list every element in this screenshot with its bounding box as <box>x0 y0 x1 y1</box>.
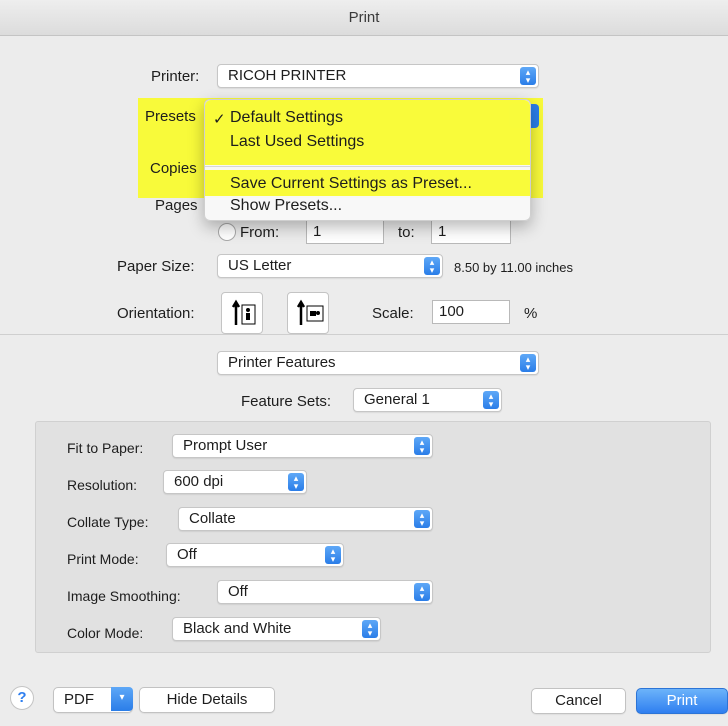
resolution-value: 600 dpi <box>174 473 224 490</box>
orientation-label: Orientation: <box>117 305 195 322</box>
window-title: Print <box>348 9 380 26</box>
collate-type-select[interactable]: Collate ▴ ▾ <box>178 507 433 531</box>
printer-label: Printer: <box>151 68 200 85</box>
landscape-button[interactable] <box>287 292 329 334</box>
pdf-label: PDF <box>64 691 94 708</box>
presets-menu: ✓ Default Settings Last Used Settings Sa… <box>204 99 531 221</box>
paper-size-select[interactable]: US Letter ▴ ▾ <box>217 254 443 278</box>
section-divider <box>0 334 728 335</box>
resolution-label: Resolution: <box>67 477 138 493</box>
section-select[interactable]: Printer Features ▴ ▾ <box>217 351 539 375</box>
select-arrows-icon: ▴ ▾ <box>414 437 430 455</box>
select-arrows-icon: ▴ ▾ <box>483 391 499 409</box>
presets-label: Presets <box>145 108 196 125</box>
portrait-button[interactable] <box>221 292 263 334</box>
menu-item-show-presets[interactable]: Show Presets... <box>230 197 342 215</box>
select-arrows-icon: ▴ ▾ <box>520 67 536 85</box>
select-arrows-icon: ▴ ▾ <box>288 473 304 491</box>
from-label: From: <box>240 224 280 241</box>
select-arrows-icon: ▴ ▾ <box>414 510 430 528</box>
menu-item-last-used-settings[interactable]: Last Used Settings <box>230 133 364 151</box>
section-value: Printer Features <box>228 354 336 371</box>
chevron-down-icon: ▾ <box>111 687 133 711</box>
color-mode-label: Color Mode: <box>67 625 144 641</box>
image-smoothing-label: Image Smoothing: <box>67 588 181 604</box>
feature-sets-select[interactable]: General 1 ▴ ▾ <box>353 388 502 412</box>
fit-to-paper-label: Fit to Paper: <box>67 440 144 456</box>
checkmark-icon: ✓ <box>213 111 226 128</box>
collate-type-label: Collate Type: <box>67 514 149 530</box>
printer-select[interactable]: RICOH PRINTER ▴ ▾ <box>217 64 539 88</box>
feature-sets-value: General 1 <box>364 391 430 408</box>
select-arrows-icon: ▴ ▾ <box>362 620 378 638</box>
print-mode-select[interactable]: Off ▴ ▾ <box>166 543 344 567</box>
paper-size-label: Paper Size: <box>117 258 195 275</box>
menu-item-default-settings[interactable]: Default Settings <box>230 109 343 127</box>
to-field[interactable]: 1 <box>431 220 511 244</box>
print-mode-label: Print Mode: <box>67 551 139 567</box>
cancel-button[interactable]: Cancel <box>531 688 626 714</box>
select-arrows-icon: ▴ ▾ <box>414 583 430 601</box>
select-arrows-icon: ▴ ▾ <box>424 257 440 275</box>
to-label: to: <box>398 224 415 241</box>
fit-to-paper-value: Prompt User <box>183 437 268 454</box>
scale-field[interactable]: 100 <box>432 300 510 324</box>
pages-from-radio[interactable] <box>218 223 236 241</box>
scale-unit: % <box>524 305 538 322</box>
color-mode-value: Black and White <box>183 620 292 637</box>
hide-details-button[interactable]: Hide Details <box>139 687 275 713</box>
resolution-select[interactable]: 600 dpi ▴ ▾ <box>163 470 307 494</box>
collate-type-value: Collate <box>189 510 236 527</box>
image-smoothing-value: Off <box>228 583 248 600</box>
scale-label: Scale: <box>372 305 414 322</box>
paper-dimensions: 8.50 by 11.00 inches <box>454 260 574 275</box>
menu-separator <box>205 166 530 167</box>
feature-sets-label: Feature Sets: <box>241 393 332 410</box>
window-titlebar: Print <box>0 0 728 36</box>
fit-to-paper-select[interactable]: Prompt User ▴ ▾ <box>172 434 433 458</box>
color-mode-select[interactable]: Black and White ▴ ▾ <box>172 617 381 641</box>
copies-label: Copies <box>150 160 197 177</box>
pdf-button[interactable]: PDF ▾ <box>53 687 133 713</box>
select-arrows-icon: ▴ ▾ <box>325 546 341 564</box>
printer-value: RICOH PRINTER <box>228 67 347 84</box>
portrait-icon <box>231 299 256 325</box>
menu-item-save-preset[interactable]: Save Current Settings as Preset... <box>230 175 472 193</box>
pages-label: Pages <box>155 197 198 214</box>
help-button[interactable]: ? <box>10 686 34 710</box>
select-arrows-icon: ▴ ▾ <box>520 354 536 372</box>
landscape-icon <box>296 299 324 325</box>
from-field[interactable]: 1 <box>306 220 384 244</box>
print-button[interactable]: Print <box>636 688 728 714</box>
print-mode-value: Off <box>177 546 197 563</box>
image-smoothing-select[interactable]: Off ▴ ▾ <box>217 580 433 604</box>
paper-size-value: US Letter <box>228 257 292 274</box>
